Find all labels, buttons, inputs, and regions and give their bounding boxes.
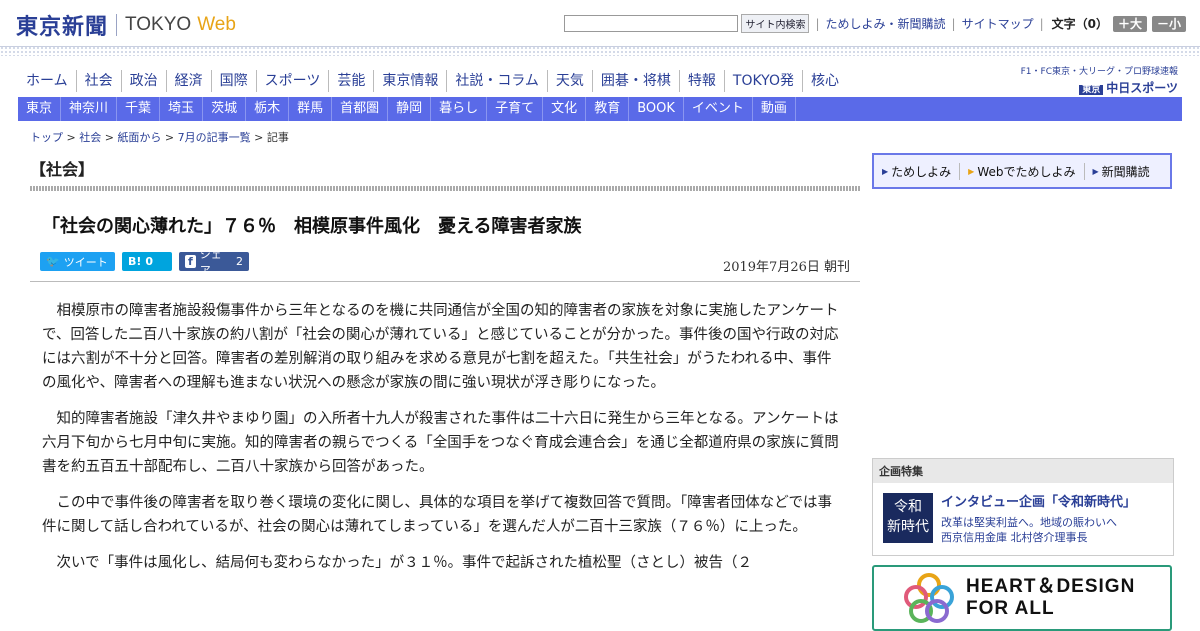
breadcrumb-current: 記事 <box>266 131 289 144</box>
breadcrumb-society[interactable]: 社会 <box>79 131 101 144</box>
section-divider <box>30 186 860 191</box>
twitter-icon: 🐦 <box>46 255 60 268</box>
article-paragraph: この中で事件後の障害者を取り巻く環境の変化に関し、具体的な項目を挙げて複数回答で… <box>42 495 832 535</box>
nav-editorial[interactable]: 社説・コラム <box>447 70 548 92</box>
region-nav: 東京 神奈川 千葉 埼玉 茨城 栃木 群馬 首都圏 静岡 暮らし 子育て 文化 … <box>18 97 1182 121</box>
nav-politics[interactable]: 政治 <box>122 70 167 92</box>
trial-read-link[interactable]: ▶ ためしよみ <box>874 162 961 180</box>
region-shizuoka[interactable]: 静岡 <box>388 97 432 121</box>
region-bunka[interactable]: 文化 <box>543 97 587 121</box>
flower-logo-icon <box>904 573 954 623</box>
font-size-down-button[interactable]: －小 <box>1152 15 1186 32</box>
region-chiba[interactable]: 千葉 <box>117 97 161 121</box>
article-date: 2019年7月26日 朝刊 <box>722 260 850 275</box>
nav-sports[interactable]: スポーツ <box>257 70 330 92</box>
facebook-count: 2 <box>236 255 243 268</box>
article-paragraph: 相模原市の障害者施設殺傷事件から三年となるのを機に共同通信が全国の知的障害者の家… <box>42 303 839 391</box>
tweet-button[interactable]: 🐦 ツイート <box>40 252 115 271</box>
logo-divider <box>116 14 118 36</box>
font-size-label: 文字（0） <box>1051 17 1108 31</box>
logo-web: Web <box>197 14 236 35</box>
chunichi-name: 中日スポーツ <box>1106 81 1178 95</box>
sitemap-link[interactable]: サイトマップ <box>962 15 1034 32</box>
font-size-up-button[interactable]: ＋大 <box>1113 15 1147 32</box>
region-kosodate[interactable]: 子育て <box>487 97 544 121</box>
chunichi-tagline: F1・FC東京・大リーグ・プロ野球速報 <box>1020 67 1178 77</box>
heart-design-banner[interactable]: HEART＆DESIGN FOR ALL <box>872 565 1172 631</box>
logo-japanese: 東京新聞 <box>16 14 109 40</box>
facebook-share-button[interactable]: f シェア 2 <box>179 248 249 277</box>
region-tochigi[interactable]: 栃木 <box>246 97 290 121</box>
region-kurashi[interactable]: 暮らし <box>431 97 488 121</box>
region-gunma[interactable]: 群馬 <box>289 97 333 121</box>
hatena-bookmark-button[interactable]: B! 0 <box>122 252 172 271</box>
triangle-icon: ▶ <box>882 166 889 176</box>
region-kanagawa[interactable]: 神奈川 <box>61 97 118 121</box>
region-event[interactable]: イベント <box>684 97 753 121</box>
region-book[interactable]: BOOK <box>629 97 684 121</box>
subscribe-link[interactable]: ためしよみ・新聞購読 <box>826 15 946 32</box>
triangle-icon: ▶ <box>1092 166 1099 176</box>
article-paragraph: 知的障害者施設「津久井やまゆり園」の入所者十九人が殺害された事件は二十六日に発生… <box>42 411 839 475</box>
region-shutoken[interactable]: 首都圏 <box>332 97 389 121</box>
chunichi-badge: 東京 <box>1079 85 1104 95</box>
nav-international[interactable]: 国際 <box>212 70 257 92</box>
region-tokyo[interactable]: 東京 <box>18 97 62 121</box>
header-dotted-divider <box>0 46 1200 56</box>
article-paragraph: 次いで「事件は風化し、結局何も変わらなかった」が３１％。事件で起訴された植松聖（… <box>56 555 753 571</box>
feature-title-link[interactable]: インタビュー企画「令和新時代」 <box>941 491 1136 510</box>
feature-box: 企画特集 令和 新時代 インタビュー企画「令和新時代」 改革は堅実利益へ。地域の… <box>872 458 1174 556</box>
nav-kakushin[interactable]: 核心 <box>803 70 847 92</box>
nav-tokuho[interactable]: 特報 <box>680 70 725 92</box>
feature-heading: 企画特集 <box>873 459 1173 483</box>
site-logo[interactable]: 東京新聞 TOKYO Web <box>16 9 236 41</box>
site-search-button[interactable]: サイト内検索 <box>741 14 810 33</box>
feature-thumbnail[interactable]: 令和 新時代 <box>883 493 933 543</box>
nav-society[interactable]: 社会 <box>77 70 122 92</box>
header-tools: サイト内検索 | ためしよみ・新聞購読 | サイトマップ | 文字（0） ＋大 … <box>564 14 1186 33</box>
site-header: 東京新聞 TOKYO Web サイト内検索 | ためしよみ・新聞購読 | サイト… <box>0 0 1200 47</box>
region-ibaraki[interactable]: 茨城 <box>203 97 247 121</box>
article-headline: 「社会の関心薄れた」７６％ 相模原事件風化 憂える障害者家族 <box>42 216 582 237</box>
breadcrumb-top[interactable]: トップ <box>30 131 63 144</box>
subscription-promo-box: ▶ ためしよみ ▶ Webでためしよみ ▶ 新聞購読 <box>872 153 1172 189</box>
chunichi-sports-link[interactable]: F1・FC東京・大リーグ・プロ野球速報 東京 中日スポーツ <box>1021 64 1178 96</box>
breadcrumb-print[interactable]: 紙面から <box>117 131 161 144</box>
banner-text: HEART＆DESIGN FOR ALL <box>966 576 1136 619</box>
breadcrumb-monthly-list[interactable]: 7月の記事一覧 <box>178 131 251 144</box>
article-body: 相模原市の障害者施設殺傷事件から三年となるのを機に共同通信が全国の知的障害者の家… <box>42 299 844 587</box>
share-buttons: 🐦 ツイート B! 0 f シェア 2 <box>40 248 256 277</box>
section-title: 【社会】 <box>30 160 95 179</box>
hatena-icon: B! <box>128 255 142 268</box>
site-search-input[interactable] <box>564 15 739 32</box>
web-trial-read-link[interactable]: ▶ Webでためしよみ <box>960 162 1085 180</box>
breadcrumb: トップ > 社会 > 紙面から > 7月の記事一覧 > 記事 <box>30 131 289 144</box>
hatena-count: 0 <box>145 255 154 268</box>
region-video[interactable]: 動画 <box>753 97 796 121</box>
region-kyoiku[interactable]: 教育 <box>586 97 630 121</box>
nav-tokyo-info[interactable]: 東京情報 <box>374 70 448 92</box>
nav-weather[interactable]: 天気 <box>548 70 593 92</box>
nav-economy[interactable]: 経済 <box>167 70 212 92</box>
region-saitama[interactable]: 埼玉 <box>160 97 204 121</box>
logo-english: TOKYO <box>125 14 192 35</box>
feature-subtitle: 改革は堅実利益へ。地域の賑わいへ 西京信用金庫 北村啓介理事長 <box>941 516 1117 544</box>
nav-tokyo-hatsu[interactable]: TOKYO発 <box>725 70 803 92</box>
nav-home[interactable]: ホーム <box>18 70 77 92</box>
date-divider <box>30 281 860 282</box>
subscribe-promo-link[interactable]: ▶ 新聞購読 <box>1085 163 1158 180</box>
facebook-icon: f <box>185 255 196 268</box>
triangle-icon: ▶ <box>968 166 975 176</box>
nav-go-shogi[interactable]: 囲碁・将棋 <box>593 70 680 92</box>
nav-entertainment[interactable]: 芸能 <box>329 70 375 92</box>
main-nav: ホーム 社会 政治 経済 国際 スポーツ 芸能 東京情報 社説・コラム 天気 囲… <box>18 70 847 92</box>
